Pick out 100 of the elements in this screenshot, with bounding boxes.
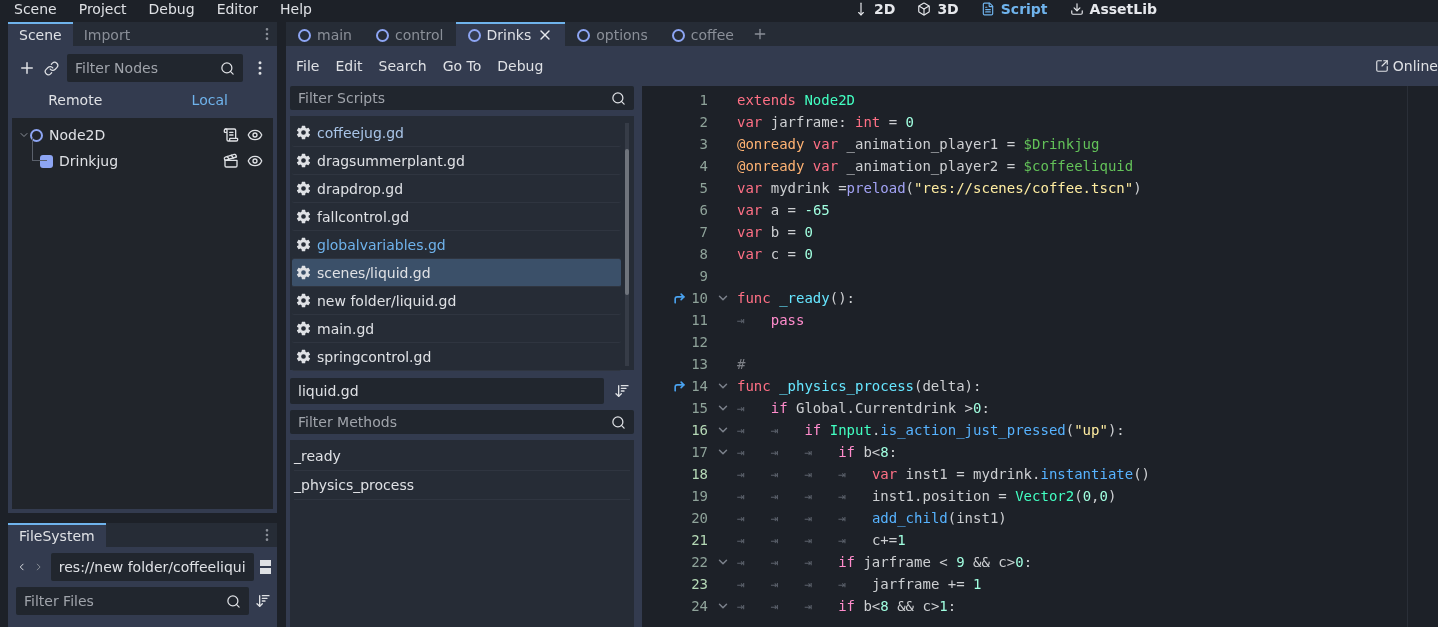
online-docs-button[interactable]: Online bbox=[1374, 58, 1438, 74]
path-field[interactable]: res://new folder/coffeeliqui bbox=[50, 553, 254, 581]
add-icon[interactable] bbox=[18, 59, 36, 77]
menu-item[interactable]: Search bbox=[370, 58, 435, 74]
line-number: 24 bbox=[690, 598, 708, 614]
clapperboard-icon[interactable] bbox=[223, 153, 239, 169]
tab-markers: ⇥ ⇥ bbox=[737, 422, 780, 438]
link-icon[interactable] bbox=[44, 60, 59, 76]
search-icon bbox=[226, 593, 241, 609]
script-tab[interactable]: coffee bbox=[659, 22, 746, 46]
code-line: var c = 0 bbox=[737, 246, 813, 262]
script-name: springcontrol.gd bbox=[317, 348, 432, 365]
line-number: 2 bbox=[698, 114, 708, 130]
tab-markers: ⇥ bbox=[737, 400, 746, 416]
script-item[interactable]: new folder/liquid.gd bbox=[292, 287, 621, 315]
script-item[interactable]: main.gd bbox=[292, 315, 621, 343]
filter-scripts-field[interactable]: Filter Scripts bbox=[290, 86, 634, 110]
eye-icon[interactable] bbox=[247, 127, 263, 143]
dock-tab[interactable]: Scene bbox=[8, 22, 73, 46]
script-tab[interactable]: control bbox=[364, 22, 456, 46]
menu-item[interactable]: Project bbox=[78, 0, 127, 18]
list-view-icon[interactable] bbox=[259, 560, 271, 574]
script-name: coffeejug.gd bbox=[317, 124, 404, 141]
script-item[interactable]: coffeejug.gd bbox=[292, 119, 621, 147]
line-number: 8 bbox=[698, 246, 708, 262]
search-icon bbox=[611, 414, 626, 430]
method-item[interactable]: _physics_process bbox=[294, 477, 415, 493]
line-number: 9 bbox=[698, 268, 708, 284]
mode-tab[interactable]: Local bbox=[142, 92, 277, 108]
tab-markers: ⇥ bbox=[737, 312, 746, 328]
cube-icon bbox=[917, 2, 932, 16]
dock-tab[interactable]: Import bbox=[72, 22, 142, 46]
script-icon[interactable] bbox=[223, 127, 239, 143]
script-item[interactable]: dragsummerplant.gd bbox=[292, 147, 621, 175]
menu-item[interactable]: Scene bbox=[14, 0, 57, 18]
gear-icon bbox=[296, 209, 311, 224]
script-name: dragsummerplant.gd bbox=[317, 152, 465, 169]
menu-item[interactable]: Help bbox=[280, 0, 312, 18]
tab-markers: ⇥ ⇥ ⇥ bbox=[737, 598, 814, 614]
line-number: 20 bbox=[690, 510, 708, 526]
workspace-button[interactable]: 2D bbox=[854, 0, 896, 18]
script-item[interactable]: springcontrol.gd bbox=[292, 343, 621, 371]
code-line: if Global.Currentdrink >0: bbox=[770, 400, 990, 416]
code-line: var inst1 = mydrink.instantiate() bbox=[871, 466, 1151, 482]
line-number: 14 bbox=[690, 378, 708, 394]
code-line: var mydrink =preload("res://scenes/coffee.tscn") bbox=[737, 180, 1142, 196]
workspace-button[interactable]: 3D bbox=[917, 0, 959, 18]
code-editor[interactable] bbox=[642, 86, 1438, 627]
code-line: jarframe += 1 bbox=[871, 576, 982, 592]
node-icon bbox=[30, 128, 43, 142]
script-item[interactable]: scenes/liquid.gd bbox=[292, 259, 621, 287]
scrollbar[interactable] bbox=[625, 123, 629, 366]
filter-methods-field[interactable]: Filter Methods bbox=[290, 410, 634, 434]
sort-icon[interactable] bbox=[255, 593, 271, 609]
search-icon bbox=[220, 60, 235, 76]
gear-icon bbox=[296, 293, 311, 308]
line-number: 5 bbox=[698, 180, 708, 196]
code-line: c+=1 bbox=[871, 532, 906, 548]
script-tab[interactable]: Drinks bbox=[455, 22, 566, 46]
dock-tab[interactable]: FileSystem bbox=[8, 523, 106, 547]
code-line: @onready var _animation_player2 = $coffeeliquid bbox=[737, 158, 1134, 174]
script-name: scenes/liquid.gd bbox=[317, 264, 431, 281]
line-number: 16 bbox=[690, 422, 708, 438]
filter-files-field[interactable]: Filter Files bbox=[16, 587, 249, 615]
script-item[interactable]: drapdrop.gd bbox=[292, 175, 621, 203]
script-tab[interactable]: main bbox=[286, 22, 364, 46]
sort-icon[interactable] bbox=[614, 383, 630, 399]
gear-icon bbox=[296, 349, 311, 364]
script-name: new folder/liquid.gd bbox=[317, 292, 457, 309]
workspace-button[interactable]: AssetLib bbox=[1069, 0, 1157, 18]
menu-item[interactable]: Edit bbox=[327, 58, 371, 74]
menu-item[interactable]: Editor bbox=[216, 0, 259, 18]
turn-arrow-icon[interactable] bbox=[673, 379, 686, 393]
external-link-icon bbox=[1374, 59, 1389, 73]
menu-item[interactable]: File bbox=[288, 58, 328, 74]
tree-item[interactable]: Node2D bbox=[49, 127, 223, 143]
code-line: if b<8 && c>1: bbox=[838, 598, 957, 614]
line-number: 1 bbox=[698, 92, 708, 108]
mode-tab[interactable]: Remote bbox=[8, 92, 143, 108]
menu-item[interactable]: Debug bbox=[489, 58, 552, 74]
workspace-button[interactable]: Script bbox=[980, 0, 1048, 18]
menu-item[interactable]: Go To bbox=[434, 58, 490, 74]
script-tab[interactable]: options bbox=[565, 22, 660, 46]
filter-nodes-field[interactable]: Filter Nodes bbox=[67, 54, 243, 82]
menu-item[interactable]: Debug bbox=[148, 0, 195, 18]
script-item[interactable]: fallcontrol.gd bbox=[292, 203, 621, 231]
document-icon bbox=[980, 2, 995, 16]
eye-icon[interactable] bbox=[247, 153, 263, 169]
line-number: 11 bbox=[690, 312, 708, 328]
line-number: 19 bbox=[690, 488, 708, 504]
tree-item[interactable]: Drinkjug bbox=[59, 153, 223, 169]
tab-markers: ⇥ ⇥ ⇥ ⇥ bbox=[737, 488, 847, 504]
node-icon bbox=[671, 28, 685, 42]
line-number: 15 bbox=[690, 400, 708, 416]
node-icon bbox=[376, 28, 389, 42]
turn-arrow-icon[interactable] bbox=[673, 291, 686, 305]
gear-icon bbox=[296, 181, 311, 196]
method-item[interactable]: _ready bbox=[294, 448, 341, 464]
line-number: 21 bbox=[690, 532, 708, 548]
code-line: inst1.position = Vector2(0,0) bbox=[871, 488, 1117, 504]
